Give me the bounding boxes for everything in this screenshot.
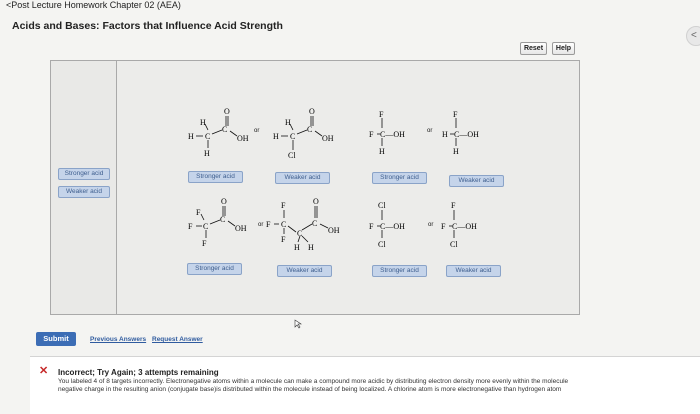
atom-f: F (379, 110, 384, 119)
atom-o: O (224, 107, 230, 116)
atom-f: F (266, 220, 271, 229)
atom-cl: Cl (288, 151, 296, 160)
atom-h: H (188, 132, 194, 141)
atom-h: H (285, 118, 291, 127)
atom-c: C (220, 215, 225, 224)
side-panel-toggle-icon[interactable]: < (686, 26, 700, 46)
atom-o: O (309, 107, 315, 116)
molecule-fluoromethanol: F H C—OH H (442, 108, 502, 160)
molecule-chloroacetic-acid: O H C H C OH Cl (255, 107, 345, 170)
atom-h: H (273, 132, 279, 141)
atom-f: F (196, 208, 201, 217)
target-weaker-acid[interactable]: Weaker acid (277, 265, 332, 277)
target-weaker-acid[interactable]: Weaker acid (449, 175, 504, 187)
atom-c-oh: C—OH (454, 130, 479, 139)
target-weaker-acid[interactable]: Weaker acid (446, 265, 501, 277)
help-button[interactable]: Help (552, 42, 575, 55)
target-weaker-acid[interactable]: Weaker acid (275, 172, 330, 184)
target-stronger-acid[interactable]: Stronger acid (372, 172, 427, 184)
atom-c-oh: C—OH (452, 222, 477, 231)
atom-f: F (202, 239, 207, 248)
atom-cl: Cl (378, 201, 386, 210)
molecule-dichlorofluoromethanol: Cl F C—OH Cl (368, 198, 428, 254)
submit-button[interactable]: Submit (36, 332, 76, 346)
atom-f: F (441, 222, 446, 231)
atom-c: C (297, 229, 302, 238)
atom-oh: OH (235, 224, 247, 233)
target-stronger-acid[interactable]: Stronger acid (187, 263, 242, 275)
or-separator: or (258, 222, 264, 228)
atom-c: C (203, 222, 208, 231)
atom-oh: OH (328, 226, 340, 235)
reset-button[interactable]: Reset (520, 42, 547, 55)
atom-f: F (281, 201, 286, 210)
or-separator: or (428, 222, 434, 228)
atom-h: H (204, 149, 210, 158)
atom-c: C (205, 132, 210, 141)
atom-h: H (453, 147, 459, 156)
atom-h: H (294, 243, 300, 252)
atom-o: O (313, 197, 319, 206)
mouse-cursor-icon (294, 319, 302, 329)
molecule-chlorodifluoromethanol: F F C—OH Cl (440, 198, 500, 254)
atom-f: F (369, 222, 374, 231)
pool-label-weaker-acid[interactable]: Weaker acid (58, 186, 110, 198)
molecule-difluoromethanol: F F C—OH H (368, 108, 428, 160)
molecule-acetic-acid: O H C H C OH H (170, 107, 260, 170)
previous-answers-link[interactable]: Previous Answers (90, 336, 146, 343)
or-separator: or (427, 128, 433, 134)
atom-o: O (221, 197, 227, 206)
request-answer-link[interactable]: Request Answer (152, 336, 203, 343)
pool-label-stronger-acid[interactable]: Stronger acid (58, 168, 110, 180)
atom-f: F (451, 201, 456, 210)
atom-f: F (453, 110, 458, 119)
atom-c: C (222, 125, 227, 134)
atom-f: F (369, 130, 374, 139)
close-icon: ✕ (39, 365, 49, 377)
atom-f: F (281, 235, 286, 244)
atom-c: C (281, 220, 286, 229)
atom-c: C (312, 219, 317, 228)
top-bar: <Post Lecture Homework Chapter 02 (AEA) (0, 0, 700, 12)
feedback-title: Incorrect; Try Again; 3 attempts remaini… (58, 368, 219, 377)
target-stronger-acid[interactable]: Stronger acid (372, 265, 427, 277)
atom-c-oh: C—OH (380, 130, 405, 139)
atom-h: H (308, 243, 314, 252)
atom-f: F (188, 222, 193, 231)
feedback-line-1: You labeled 4 of 8 targets incorrectly. … (58, 378, 569, 385)
molecule-trifluoroacetic-acid: O F C F C OH F (182, 197, 272, 260)
atom-h: H (200, 118, 206, 127)
atom-cl: Cl (450, 240, 458, 249)
atom-h: H (379, 147, 385, 156)
target-stronger-acid[interactable]: Stronger acid (188, 171, 243, 183)
atom-c: C (307, 125, 312, 134)
back-link[interactable]: <Post Lecture Homework Chapter 02 (AEA) (6, 0, 181, 10)
feedback-line-2: negative charge in the resulting anion (… (58, 386, 562, 393)
feedback-text: You labeled 4 of 8 targets incorrectly. … (58, 378, 698, 394)
atom-c: C (290, 132, 295, 141)
page-title: Acids and Bases: Factors that Influence … (12, 20, 283, 32)
atom-cl: Cl (378, 240, 386, 249)
atom-h: H (442, 130, 448, 139)
atom-oh: OH (237, 134, 249, 143)
atom-oh: OH (322, 134, 334, 143)
molecule-trifluoropropanoic-acid: F O F C C C OH F H H (264, 197, 360, 260)
atom-c-oh: C—OH (380, 222, 405, 231)
